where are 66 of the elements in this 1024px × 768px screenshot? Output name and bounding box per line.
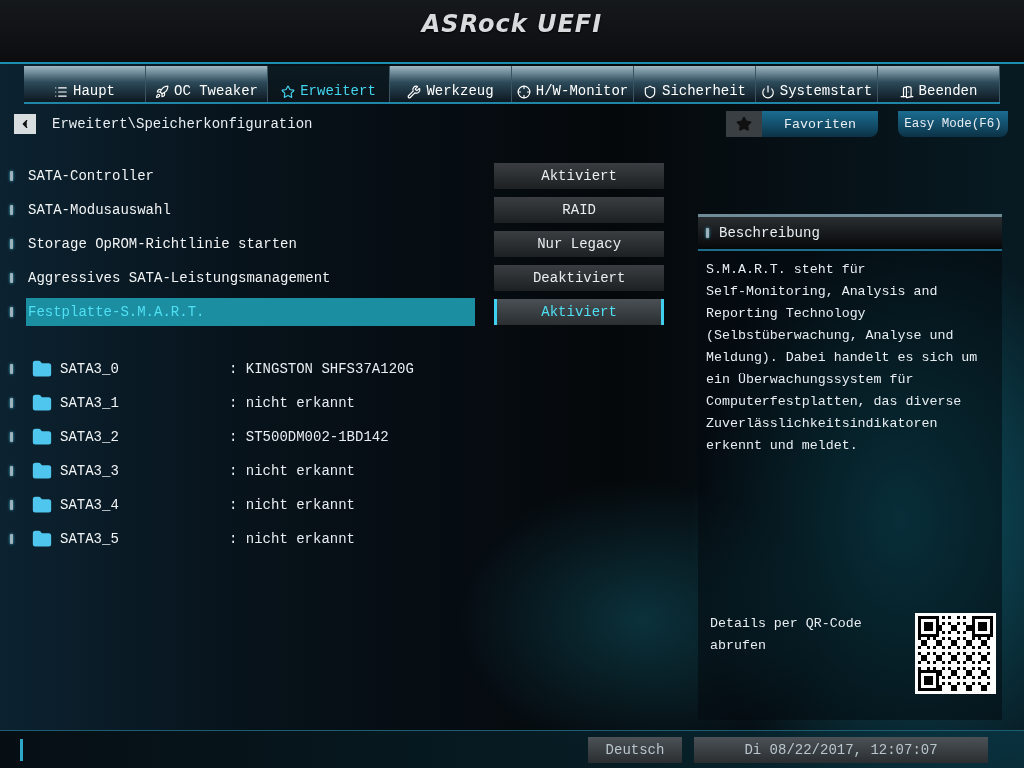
bullet-marker — [10, 307, 13, 317]
favorites-button[interactable]: Favoriten — [762, 111, 878, 137]
folder-icon — [32, 495, 52, 515]
folder-icon — [32, 461, 52, 481]
back-button[interactable] — [14, 114, 36, 134]
setting-value[interactable]: RAID — [494, 197, 664, 223]
folder-icon — [32, 393, 52, 413]
nav-tab[interactable]: Beenden — [878, 66, 1000, 102]
bullet-marker — [706, 228, 709, 238]
folder-icon — [32, 427, 52, 447]
bullet-marker — [10, 466, 13, 476]
nav-tab[interactable]: Erweitert — [268, 66, 390, 102]
drive-model: : nicht erkannt — [229, 497, 356, 513]
tab-icon — [155, 85, 169, 99]
panel-title: Beschreibung — [719, 225, 820, 241]
drive-port: SATA3_0 — [60, 361, 120, 377]
drive-port: SATA3_4 — [60, 497, 120, 513]
favorites-star-button[interactable] — [726, 111, 762, 137]
drive-model: : nicht erkannt — [229, 395, 356, 411]
qr-caption: Details per QR-Code abrufen — [710, 615, 862, 655]
bullet-marker — [10, 205, 13, 215]
nav-tab[interactable]: Haupt — [24, 66, 146, 102]
drive-port: SATA3_2 — [60, 429, 120, 445]
bullet-marker — [10, 273, 13, 283]
drive-model: : nicht erkannt — [229, 463, 356, 479]
setting-value[interactable]: Aktiviert — [494, 163, 664, 189]
drive-port: SATA3_5 — [60, 531, 120, 547]
bullet-marker — [10, 171, 13, 181]
logo: ASRock UEFI — [421, 10, 603, 38]
setting-label[interactable]: SATA-Controller — [26, 162, 476, 190]
bullet-marker — [10, 239, 13, 249]
bullet-marker — [10, 364, 13, 374]
drive-port: SATA3_1 — [60, 395, 120, 411]
tab-icon — [643, 85, 657, 99]
tab-icon — [281, 85, 296, 99]
bullet-marker — [10, 432, 13, 442]
tab-icon — [54, 85, 68, 99]
easy-mode-button[interactable]: Easy Mode(F6) — [898, 111, 1008, 137]
description-text: S.M.A.R.T. steht für Self-Monitoring, Analysis and Reporting Technology (Selbstüberwachung, Analyse und Meldung). Dabei handelt es sich um ein Überwachungssystem für Computerfestplatten, das diverse Zuverlässlichkeitsindikatoren erkennt und meldet. — [705, 261, 979, 455]
drive-port: SATA3_3 — [60, 463, 120, 479]
setting-label[interactable]: Aggressives SATA-Leistungsmanagement — [26, 264, 476, 292]
nav-tab[interactable]: Systemstart — [756, 66, 878, 102]
star-icon — [736, 116, 752, 132]
nav-tab[interactable]: H/W-Monitor — [512, 66, 634, 102]
language-button[interactable]: Deutsch — [588, 736, 682, 763]
bullet-marker — [10, 500, 13, 510]
setting-label[interactable]: SATA-Modusauswahl — [26, 196, 476, 224]
drive-model: : ST500DM002-1BD142 — [229, 429, 389, 445]
bullet-marker — [10, 534, 13, 544]
bullet-marker — [10, 398, 13, 408]
tab-icon — [516, 85, 531, 99]
nav-tab[interactable]: Werkzeug — [390, 66, 512, 102]
tab-icon — [760, 85, 775, 99]
setting-value[interactable]: Nur Legacy — [494, 231, 664, 257]
drive-model: : nicht erkannt — [229, 531, 356, 547]
setting-label[interactable]: Storage OpROM-Richtlinie starten — [26, 230, 476, 258]
date-time: Di 08/22/2017, 12:07:07 — [694, 736, 988, 763]
breadcrumb: Erweitert\Speicherkonfiguration — [52, 116, 314, 132]
setting-value[interactable]: Deaktiviert — [494, 265, 664, 291]
drive-model: : KINGSTON SHFS37A120G — [229, 361, 414, 377]
tab-icon — [899, 85, 914, 99]
nav-tab[interactable]: Sicherheit — [634, 66, 756, 102]
setting-value[interactable]: Aktiviert — [494, 299, 664, 325]
folder-icon — [32, 359, 52, 379]
folder-icon — [32, 529, 52, 549]
tab-icon — [407, 85, 422, 99]
